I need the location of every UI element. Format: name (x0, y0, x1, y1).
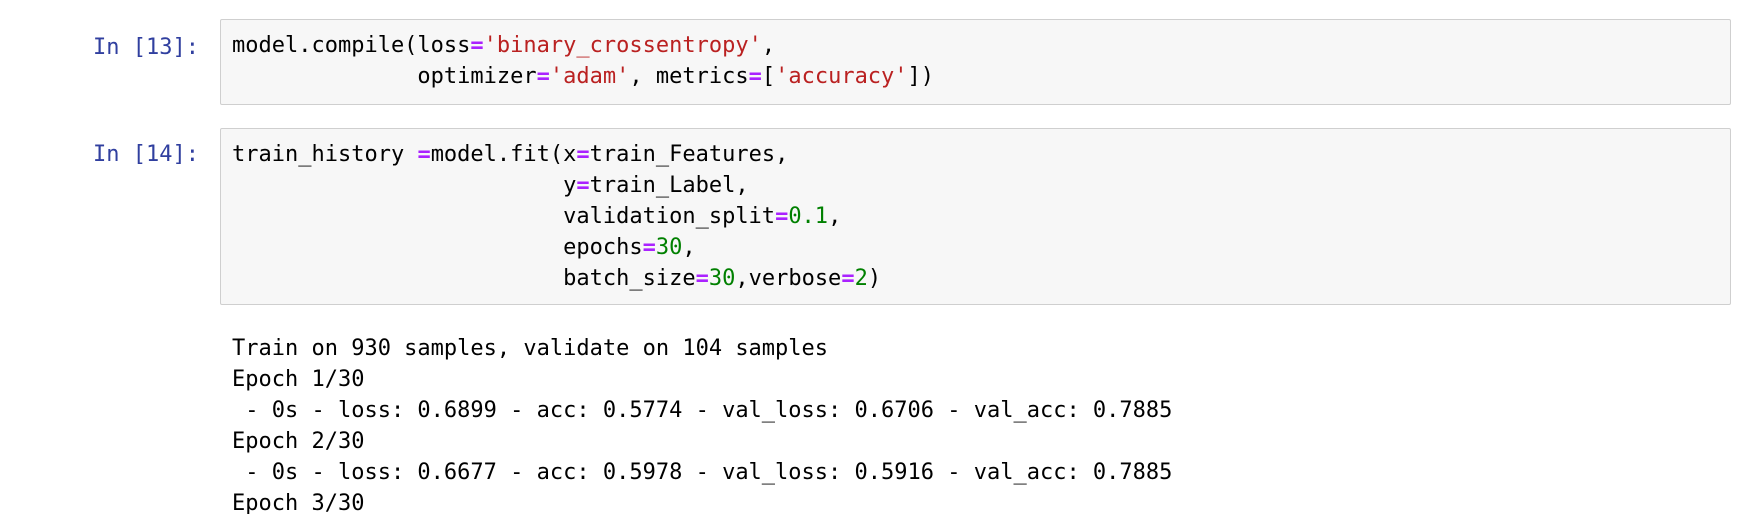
code-token-plain: , (761, 33, 776, 58)
code-token-num: 2 (854, 266, 868, 291)
code-token-plain: , metrics (629, 64, 749, 89)
code-token-num: 0.1 (788, 204, 829, 229)
code-line: epochs=30, (232, 232, 881, 263)
code-token-op: = (695, 266, 709, 291)
code-token-plain: y (232, 173, 577, 198)
notebook: In [13]: model.compile(loss='binary_cros… (0, 0, 1762, 514)
code-token-plain: ) (867, 266, 882, 291)
code-token-plain: validation_split (232, 204, 776, 229)
code-token-plain: , (828, 204, 842, 229)
code-line: train_history =model.fit(x=train_Feature… (232, 139, 881, 170)
code-token-num: 30 (708, 266, 736, 291)
code-token-plain: train_Features, (589, 142, 789, 167)
code-token-plain: , (682, 235, 696, 260)
code-token-plain: optimizer (232, 64, 537, 89)
code-token-plain: [ (761, 64, 776, 89)
code-token-plain: batch_size (232, 266, 696, 291)
code-token-plain: train_history (232, 142, 418, 167)
code-token-op: = (841, 266, 855, 291)
output-line: - 0s - loss: 0.6899 - acc: 0.5774 - val_… (232, 398, 1173, 423)
code-token-plain: model.fit(x (430, 142, 577, 167)
code-token-op: = (748, 64, 762, 89)
cell-13-prompt: In [13]: (93, 35, 199, 60)
cell-14-output: Train on 930 samples, validate on 104 sa… (232, 333, 1172, 514)
output-line: Epoch 2/30 (232, 429, 365, 454)
code-token-op: = (576, 173, 590, 198)
code-token-op: = (775, 204, 789, 229)
code-token-plain: model.compile(loss (232, 33, 471, 58)
code-token-op: = (642, 235, 656, 260)
output-line: - 0s - loss: 0.6677 - acc: 0.5978 - val_… (232, 460, 1173, 485)
code-line: optimizer='adam', metrics=['accuracy']) (232, 61, 934, 92)
cell-13-code[interactable]: model.compile(loss='binary_crossentropy'… (232, 30, 934, 92)
cell-14-code[interactable]: train_history =model.fit(x=train_Feature… (232, 139, 881, 294)
code-token-op: = (536, 64, 550, 89)
code-token-plain: ]) (907, 64, 935, 89)
code-line: model.compile(loss='binary_crossentropy'… (232, 30, 934, 61)
code-token-op: = (417, 142, 431, 167)
code-token-str: 'accuracy' (775, 64, 908, 89)
code-token-str: 'adam' (549, 64, 630, 89)
code-token-str: 'binary_crossentropy' (483, 33, 762, 58)
output-line: Train on 930 samples, validate on 104 sa… (232, 336, 829, 361)
output-line: Epoch 1/30 (232, 367, 365, 392)
code-token-num: 30 (655, 235, 683, 260)
code-line: validation_split=0.1, (232, 201, 881, 232)
code-token-op: = (470, 33, 484, 58)
output-line: Epoch 3/30 (232, 491, 365, 514)
code-line: y=train_Label, (232, 170, 881, 201)
code-token-plain: epochs (232, 235, 643, 260)
code-token-plain: ,verbose (735, 266, 842, 291)
cell-14-prompt: In [14]: (93, 142, 199, 167)
code-token-op: = (576, 142, 590, 167)
code-line: batch_size=30,verbose=2) (232, 263, 881, 294)
code-token-plain: train_Label, (589, 173, 749, 198)
